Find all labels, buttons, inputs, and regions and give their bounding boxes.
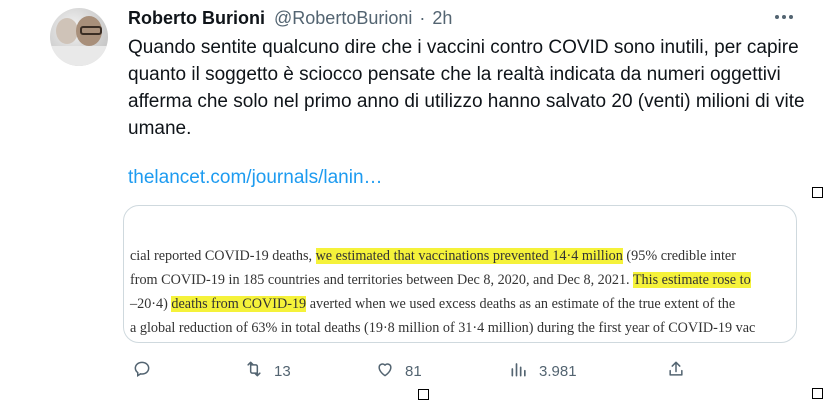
- paper-line: a global reduction of 63% in total death…: [130, 316, 796, 340]
- tweet-link[interactable]: thelancet.com/journals/lanin…: [128, 164, 383, 191]
- author-handle[interactable]: @RobertoBurioni: [274, 8, 412, 28]
- share-button[interactable]: [666, 356, 686, 386]
- artifact-square: [812, 187, 823, 198]
- avatar-face-left: [56, 18, 78, 44]
- reply-icon: [132, 359, 152, 383]
- more-dots-icon[interactable]: [773, 6, 795, 34]
- reply-button[interactable]: [132, 356, 162, 386]
- views-chart-icon: [509, 359, 529, 383]
- views-button[interactable]: 3.981: [509, 356, 577, 386]
- highlighted-text: we estimated that vaccinations prevented…: [315, 248, 623, 264]
- paper-excerpt: cial reported COVID-19 deaths, we estima…: [130, 244, 796, 340]
- tweet-header: Roberto Burioni @RobertoBurioni · 2h: [128, 7, 452, 29]
- share-icon: [666, 359, 686, 383]
- highlighted-text: This estimate rose to: [632, 272, 751, 288]
- paper-text: a global reduction of 63% in total death…: [130, 320, 756, 336]
- paper-text: cial reported COVID-19 deaths,: [130, 248, 316, 264]
- paper-line: cial reported COVID-19 deaths, we estima…: [130, 244, 796, 268]
- tweet[interactable]: Roberto Burioni @RobertoBurioni · 2h Qua…: [0, 0, 826, 400]
- paper-text: –20·4): [130, 296, 172, 312]
- tweet-text: Quando sentite qualcuno dire che i vacci…: [128, 37, 805, 139]
- retweet-count: 13: [274, 362, 291, 380]
- highlighted-text: deaths from COVID-19: [171, 296, 307, 312]
- tweet-time[interactable]: 2h: [432, 8, 452, 28]
- retweet-icon: [244, 359, 264, 383]
- avatar-shirt: [50, 46, 108, 66]
- media-card[interactable]: cial reported COVID-19 deaths, we estima…: [123, 205, 797, 343]
- like-button[interactable]: 81: [375, 356, 422, 386]
- paper-line: –20·4) deaths from COVID-19 averted when…: [130, 292, 796, 316]
- paper-line: from COVID-19 in 185 countries and terri…: [130, 268, 796, 292]
- action-bar: 13 81 3.981: [0, 356, 826, 386]
- paper-text: averted when we used excess deaths as an…: [306, 296, 736, 312]
- retweet-button[interactable]: 13: [244, 356, 291, 386]
- avatar[interactable]: [50, 8, 108, 66]
- views-count: 3.981: [539, 362, 577, 380]
- separator-dot: ·: [419, 8, 426, 28]
- like-count: 81: [405, 362, 422, 380]
- heart-icon: [375, 359, 395, 383]
- artifact-square: [418, 389, 429, 400]
- paper-text: (95% credible inter: [622, 248, 736, 264]
- paper-text: from COVID-19 in 185 countries and terri…: [130, 272, 633, 288]
- avatar-glasses: [80, 26, 102, 35]
- author-name[interactable]: Roberto Burioni: [128, 8, 265, 28]
